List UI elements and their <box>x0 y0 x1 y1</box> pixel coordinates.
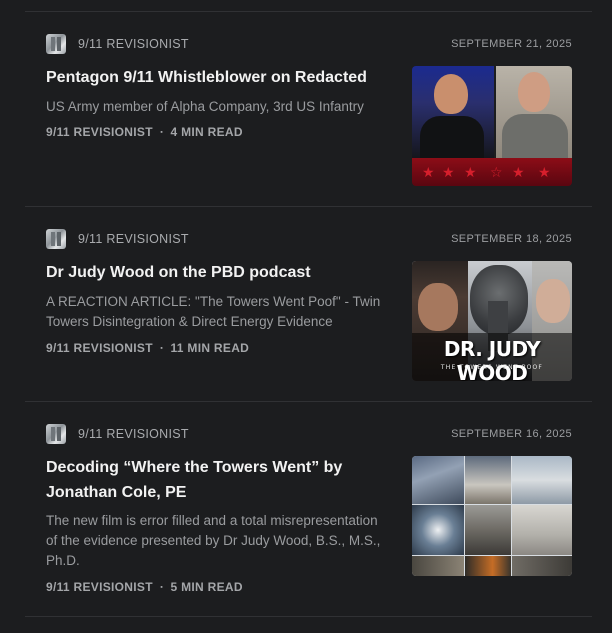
post-title[interactable]: Decoding “Where the Towers Went” by Jona… <box>46 455 376 505</box>
star-icon: ★ <box>464 164 477 180</box>
post-author[interactable]: 9/11 REVISIONIST <box>46 580 153 594</box>
star-icon: ★ <box>442 164 455 180</box>
separator-dot: ∙ <box>159 580 164 594</box>
post-thumbnail[interactable]: DR. JUDY WOOD THE TOWERS WENT POOF <box>412 261 572 381</box>
separator-dot: ∙ <box>159 341 164 355</box>
thumbnail-caption: DR. JUDY WOOD <box>443 337 541 381</box>
post-title[interactable]: Dr Judy Wood on the PBD podcast <box>46 260 376 285</box>
collage-tile <box>465 556 511 576</box>
read-time: 5 MIN READ <box>170 580 243 594</box>
post-subtitle: A REACTION ARTICLE: "The Towers Went Poo… <box>46 294 381 329</box>
star-icon: ★ <box>538 164 551 180</box>
star-banner: ★ ★ ★ ☆ ★ ★ <box>412 158 572 186</box>
post-thumbnail[interactable]: ★ ★ ★ ☆ ★ ★ <box>412 66 572 186</box>
post-byline: 9/11 REVISIONIST ∙ 5 MIN READ <box>46 580 243 594</box>
post-date: SEPTEMBER 18, 2025 <box>451 233 572 245</box>
guest-body <box>502 114 568 158</box>
star-icon: ☆ <box>490 164 503 180</box>
guest-face <box>536 279 570 323</box>
publication-logo-icon[interactable] <box>46 424 66 444</box>
star-icon: ★ <box>512 164 525 180</box>
post-subtitle: US Army member of Alpha Company, 3rd US … <box>46 99 364 114</box>
host-face <box>434 74 468 114</box>
post-date: SEPTEMBER 21, 2025 <box>451 38 572 50</box>
star-icon: ★ <box>422 164 435 180</box>
post-byline: 9/11 REVISIONIST ∙ 4 MIN READ <box>46 125 243 139</box>
post-thumbnail[interactable] <box>412 456 572 576</box>
read-time: 11 MIN READ <box>170 341 250 355</box>
host-body <box>420 116 484 158</box>
post-author[interactable]: 9/11 REVISIONIST <box>46 341 153 355</box>
collage-tile <box>465 505 511 555</box>
host-video-panel <box>412 66 494 158</box>
post-byline: 9/11 REVISIONIST ∙ 11 MIN READ <box>46 341 249 355</box>
guest-face <box>518 72 550 112</box>
post-title[interactable]: Pentagon 9/11 Whistleblower on Redacted <box>46 65 376 90</box>
publication-logo-icon[interactable] <box>46 229 66 249</box>
publication-logo-icon[interactable] <box>46 34 66 54</box>
read-time: 4 MIN READ <box>170 125 243 139</box>
host-face <box>418 283 458 331</box>
post-feed: 9/11 REVISIONIST SEPTEMBER 21, 2025 Pent… <box>0 0 612 633</box>
publication-name[interactable]: 9/11 REVISIONIST <box>78 232 189 246</box>
publication-name[interactable]: 9/11 REVISIONIST <box>78 37 189 51</box>
post-subtitle: The new film is error filled and a total… <box>46 513 381 568</box>
publication-name[interactable]: 9/11 REVISIONIST <box>78 427 189 441</box>
collage-tile <box>412 505 464 555</box>
post-date: SEPTEMBER 16, 2025 <box>451 428 572 440</box>
collage-tile <box>512 505 572 555</box>
post-meta-row: 9/11 REVISIONIST SEPTEMBER 16, 2025 <box>46 424 572 444</box>
collage-tile <box>512 556 572 576</box>
post-author[interactable]: 9/11 REVISIONIST <box>46 125 153 139</box>
separator-dot: ∙ <box>159 125 164 139</box>
post-meta-row: 9/11 REVISIONIST SEPTEMBER 21, 2025 <box>46 34 572 54</box>
collage-tile <box>412 456 464 504</box>
post-item[interactable]: 9/11 REVISIONIST SEPTEMBER 18, 2025 Dr J… <box>25 207 592 402</box>
post-item[interactable]: 9/11 REVISIONIST SEPTEMBER 16, 2025 Deco… <box>25 402 592 617</box>
guest-video-panel <box>496 66 572 158</box>
collage-tile <box>465 456 511 504</box>
thumbnail-subcaption: THE TOWERS WENT POOF <box>440 364 544 371</box>
post-item[interactable]: 9/11 REVISIONIST SEPTEMBER 21, 2025 Pent… <box>25 12 592 207</box>
collage-tile <box>512 456 572 504</box>
post-meta-row: 9/11 REVISIONIST SEPTEMBER 18, 2025 <box>46 229 572 249</box>
collage-tile <box>412 556 464 576</box>
